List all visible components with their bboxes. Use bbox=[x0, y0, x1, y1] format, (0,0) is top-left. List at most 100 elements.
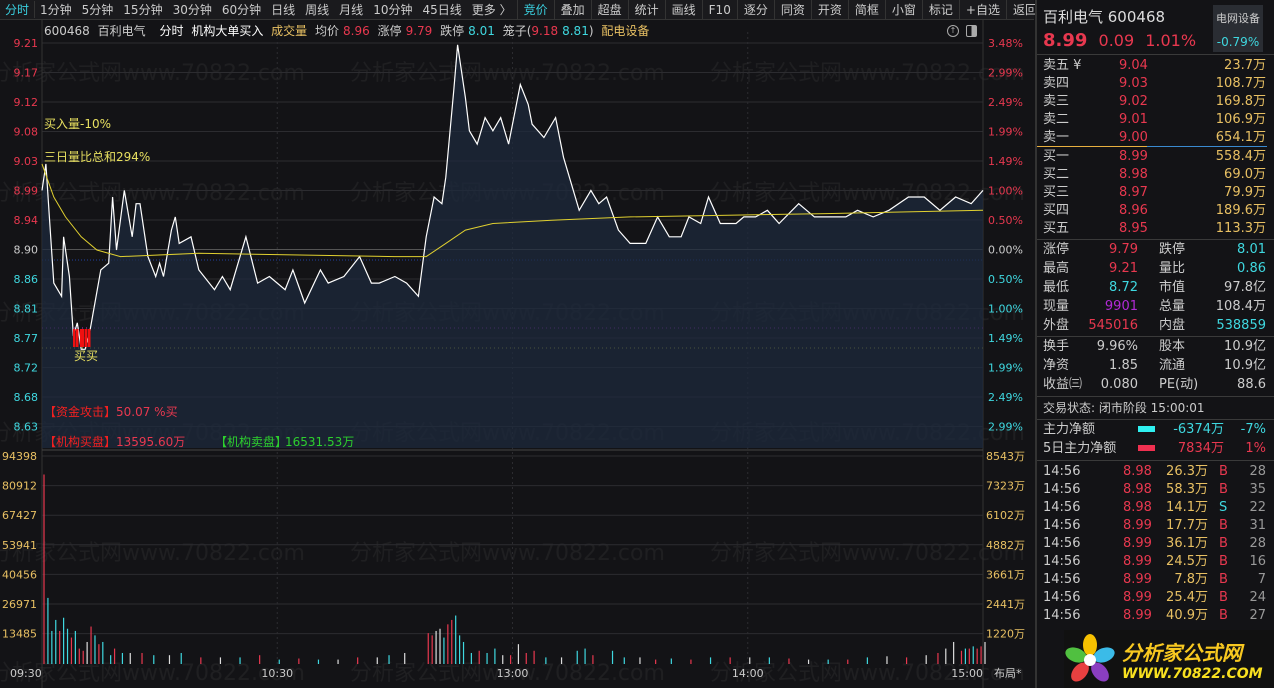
tool-button-12[interactable]: +自选 bbox=[958, 0, 1006, 20]
trade-volume: 36.1万 bbox=[1166, 536, 1208, 551]
stat-label: 市值 bbox=[1159, 280, 1186, 295]
stat-label: 净资 bbox=[1043, 358, 1070, 373]
sector-badge[interactable]: 电网设备 -0.79% bbox=[1213, 5, 1263, 52]
period-tab-10[interactable]: 45日线 bbox=[417, 1, 466, 18]
stat-value: 97.8亿 bbox=[1224, 280, 1266, 295]
layout-button[interactable]: 布局* bbox=[994, 667, 1022, 680]
trade-volume: 7.8万 bbox=[1174, 572, 1208, 587]
tool-button-3[interactable]: 统计 bbox=[627, 0, 665, 20]
orderbook-row[interactable]: 卖二 9.01 106.9万 bbox=[1043, 110, 1266, 129]
orderbook-row[interactable]: 买五 8.95 113.3万 bbox=[1043, 219, 1266, 238]
orderbook-label: 卖一 bbox=[1043, 130, 1070, 145]
price-tick-label: 9.12 bbox=[14, 96, 39, 109]
orderbook-volume: 169.8万 bbox=[1215, 94, 1266, 109]
tool-button-2[interactable]: 超盘 bbox=[590, 0, 628, 20]
stat-row: 净资 1.85 流通 10.9亿 bbox=[1043, 356, 1266, 375]
amount-tick-label: 8543万 bbox=[986, 450, 1025, 463]
chart-panel-toggle-icon[interactable] bbox=[966, 25, 977, 37]
chart-info-bar: 600468 百利电气 分时 机构大单买入 成交量 均价 8.96 涨停 9.79 … bbox=[44, 22, 653, 40]
orderbook-price: 9.04 bbox=[1119, 58, 1148, 73]
flow-pct: -7% bbox=[1240, 422, 1266, 437]
flow-value: -6374万 bbox=[1173, 422, 1224, 437]
orderbook-volume: 23.7万 bbox=[1224, 58, 1266, 73]
stat-row: 涨停 9.79 跌停 8.01 bbox=[1043, 240, 1266, 259]
buy-signal-bar bbox=[73, 329, 76, 347]
stock-code: 600468 bbox=[44, 24, 90, 38]
tool-button-10[interactable]: 小窗 bbox=[884, 0, 922, 20]
period-tab-4[interactable]: 30分钟 bbox=[168, 1, 217, 18]
quote-title: 百利电气 600468 bbox=[1043, 8, 1166, 26]
period-tab-9[interactable]: 10分钟 bbox=[368, 1, 417, 18]
tool-button-11[interactable]: 标记 bbox=[921, 0, 959, 20]
stat-label: 跌停 bbox=[1159, 242, 1186, 257]
watermark-text: 分析家公式网www.70822.com bbox=[0, 61, 305, 86]
trade-volume: 14.1万 bbox=[1166, 500, 1208, 515]
tool-button-6[interactable]: 逐分 bbox=[736, 0, 774, 20]
stat-label: PE(动) bbox=[1159, 377, 1199, 392]
period-tab-0[interactable]: 分时 bbox=[0, 1, 36, 18]
stat-label: 总量 bbox=[1159, 299, 1186, 314]
cage-close: ) bbox=[588, 24, 594, 38]
volume-tick-label: 80912 bbox=[2, 480, 37, 493]
tool-button-5[interactable]: F10 bbox=[701, 0, 737, 20]
period-toolbar: 分时 1分钟 5分钟 15分钟 30分钟 60分钟 日线 周线 月线 10分钟 45日线 更多 〉竞价… bbox=[0, 0, 1037, 20]
amount-tick-label: 2441万 bbox=[986, 598, 1025, 611]
orderbook-row[interactable]: 买一 8.99 558.4万 bbox=[1043, 147, 1266, 166]
tool-button-8[interactable]: 开资 bbox=[810, 0, 848, 20]
volume-tick-label: 40456 bbox=[2, 568, 37, 581]
flow-color-swatch bbox=[1138, 445, 1155, 451]
intraday-chart[interactable]: 分析家公式网www.70822.com 分析家公式网www.70822.com 分析… bbox=[0, 20, 1034, 688]
stat-row: 收益㈢ 0.080 PE(动) 88.6 bbox=[1043, 375, 1266, 394]
capital-flow-row[interactable]: 主力净额 -6374万 -7% bbox=[1043, 420, 1266, 439]
trade-count: 31 bbox=[1249, 518, 1266, 533]
trade-price: 8.99 bbox=[1123, 518, 1152, 533]
flow-pct: 1% bbox=[1245, 441, 1266, 456]
stat-value: 9901 bbox=[1104, 299, 1138, 314]
period-tab-5[interactable]: 60分钟 bbox=[217, 1, 266, 18]
cage-label: 笼子( bbox=[502, 24, 532, 38]
indicator-name[interactable]: 机构大单买入 bbox=[191, 24, 263, 38]
period-tab-3[interactable]: 15分钟 bbox=[118, 1, 167, 18]
orderbook-row[interactable]: 卖五 ¥ 9.04 23.7万 bbox=[1043, 56, 1266, 75]
chart-up-button[interactable]: ↑ bbox=[947, 25, 959, 37]
orderbook-row[interactable]: 卖一 9.00 654.1万 bbox=[1043, 128, 1266, 147]
volume-label[interactable]: 成交量 bbox=[271, 24, 307, 38]
trade-side: B bbox=[1219, 536, 1228, 551]
orderbook-label: 卖三 bbox=[1043, 94, 1070, 109]
orderbook-row[interactable]: 卖四 9.03 108.7万 bbox=[1043, 74, 1266, 93]
period-tab-1[interactable]: 1分钟 bbox=[35, 1, 77, 18]
stat-row: 换手 9.96% 股本 10.9亿 bbox=[1043, 337, 1266, 356]
orderbook-row[interactable]: 买三 8.97 79.9万 bbox=[1043, 183, 1266, 202]
sector-label[interactable]: 配电设备 bbox=[601, 24, 649, 38]
orderbook-label: 买五 bbox=[1043, 221, 1070, 236]
tool-button-9[interactable]: 简框 bbox=[847, 0, 885, 20]
tool-button-7[interactable]: 同资 bbox=[773, 0, 811, 20]
trade-count: 35 bbox=[1249, 482, 1266, 497]
period-tab-11[interactable]: 更多 〉 bbox=[467, 1, 517, 18]
orderbook-row[interactable]: 买四 8.96 189.6万 bbox=[1043, 201, 1266, 220]
flower-logo-icon bbox=[1065, 634, 1115, 682]
stat-value: 10.9亿 bbox=[1224, 358, 1266, 373]
orderbook-row[interactable]: 买二 8.98 69.0万 bbox=[1043, 165, 1266, 184]
period-tab-8[interactable]: 月线 bbox=[334, 1, 368, 18]
orderbook-volume: 113.3万 bbox=[1215, 221, 1266, 236]
period-tab-2[interactable]: 5分钟 bbox=[77, 1, 119, 18]
trade-price: 8.98 bbox=[1123, 464, 1152, 479]
pct-tick-label: 0.00% bbox=[988, 244, 1023, 257]
tool-button-0[interactable]: 竞价 bbox=[516, 0, 554, 20]
tool-button-4[interactable]: 画线 bbox=[664, 0, 702, 20]
time-tick-label: 10:30 bbox=[261, 667, 293, 680]
period-tab-6[interactable]: 日线 bbox=[266, 1, 300, 18]
price-tick-label: 8.68 bbox=[14, 391, 39, 404]
orderbook-label: 卖四 bbox=[1043, 76, 1070, 91]
inst-buy-value: 13595.60万 bbox=[116, 435, 185, 449]
tool-button-1[interactable]: 叠加 bbox=[553, 0, 591, 20]
period-tab-7[interactable]: 周线 bbox=[300, 1, 334, 18]
stat-value: 545016 bbox=[1088, 318, 1138, 333]
orderbook-row[interactable]: 卖三 9.02 169.8万 bbox=[1043, 92, 1266, 111]
watermark-text: 分析家公式网www.70822.com bbox=[0, 661, 305, 686]
orderbook-volume: 558.4万 bbox=[1215, 149, 1266, 164]
stat-value: 9.96% bbox=[1096, 339, 1138, 354]
three-day-ratio-label: 三日量比总和294% bbox=[44, 150, 150, 164]
capital-flow-row[interactable]: 5日主力净额 7834万 1% bbox=[1043, 439, 1266, 458]
